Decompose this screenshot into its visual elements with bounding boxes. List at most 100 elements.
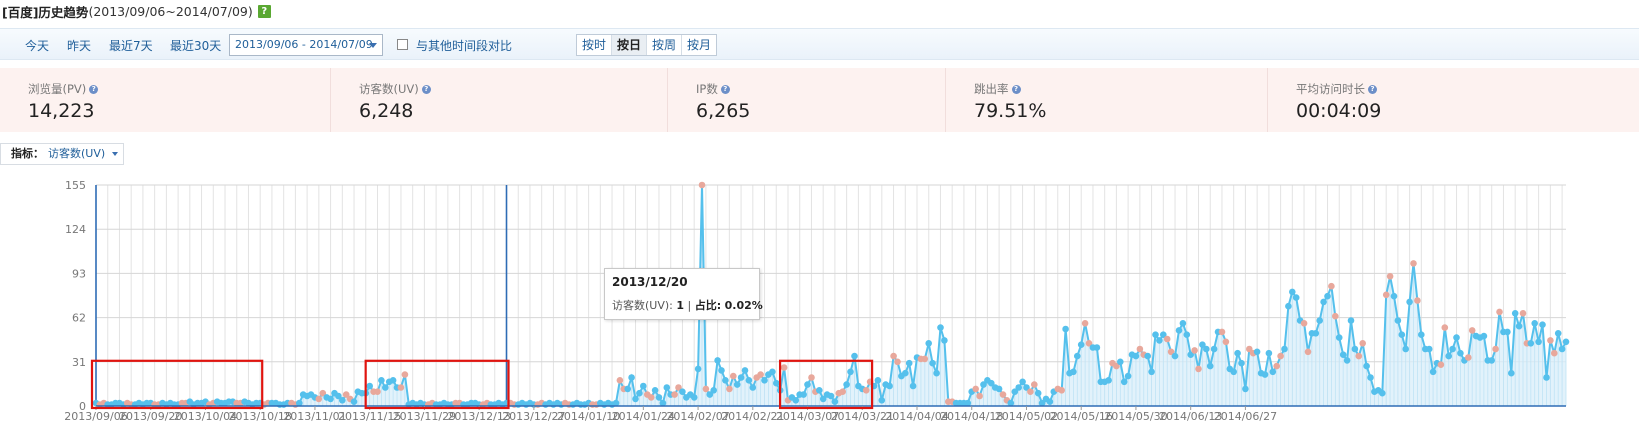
data-point (702, 385, 710, 393)
data-point (1074, 352, 1081, 360)
data-point (1414, 297, 1421, 304)
data-point (1468, 327, 1476, 334)
data-point (1379, 389, 1386, 397)
data-point (839, 388, 846, 395)
help-icon[interactable]: ? (257, 4, 271, 18)
question-icon[interactable]: ? (1368, 84, 1377, 94)
data-point (843, 381, 850, 388)
stat-uv-label: 访客数(UV) (359, 82, 419, 96)
data-point (1547, 337, 1554, 344)
data-point (1335, 334, 1343, 341)
stat-pv: 浏览量(PV)? 14,223 (0, 68, 331, 132)
data-point (710, 387, 717, 394)
data-point (616, 377, 624, 384)
quick-last30-link[interactable]: 最近30天 (170, 37, 221, 54)
quick-last7-link[interactable]: 最近7天 (109, 37, 153, 54)
data-point (1046, 398, 1054, 405)
data-point (1363, 362, 1370, 370)
granularity-month-button[interactable]: 按月 (682, 35, 716, 55)
data-point (730, 372, 737, 380)
data-point (1070, 368, 1077, 376)
stat-uv: 访客数(UV)? 6,248 (331, 68, 668, 132)
trend-chart[interactable]: 03162931241552013/09/062013/09/202013/10… (0, 172, 1639, 443)
data-point (1238, 359, 1245, 367)
data-point (1449, 345, 1456, 353)
stat-pv-label: 浏览量(PV) (28, 82, 87, 96)
data-point (1465, 354, 1472, 361)
data-point (1152, 331, 1159, 338)
summary-stats: 浏览量(PV)? 14,223 访客数(UV)? 6,248 IP数? 6,26… (0, 68, 1639, 132)
data-point (679, 388, 686, 395)
data-point (1445, 352, 1452, 360)
question-icon[interactable]: ? (1011, 84, 1021, 94)
quick-yesterday-link[interactable]: 昨天 (67, 37, 91, 54)
data-point (773, 379, 780, 387)
data-point (1312, 330, 1320, 337)
data-point (933, 369, 940, 377)
question-icon[interactable]: ? (89, 84, 99, 94)
stat-ip-value: 6,265 (696, 100, 751, 122)
data-point (902, 369, 909, 377)
data-point (1031, 381, 1038, 388)
data-point (874, 377, 882, 384)
data-point (714, 357, 721, 364)
data-point (1289, 288, 1296, 296)
data-point (995, 385, 1003, 393)
data-point (655, 394, 663, 401)
data-point (976, 392, 983, 400)
area-fill (96, 185, 1566, 406)
data-point (929, 359, 936, 367)
data-point (647, 394, 655, 401)
data-point (1183, 331, 1191, 338)
data-point (315, 395, 323, 403)
y-tick-label: 93 (72, 267, 86, 280)
stat-duration-value: 00:04:09 (1296, 100, 1382, 122)
data-point (1175, 327, 1183, 334)
data-point (921, 355, 929, 363)
data-point (1504, 328, 1511, 336)
date-range-picker[interactable]: 2013/09/06 - 2014/07/09 (229, 34, 383, 56)
data-point (1382, 291, 1390, 299)
stat-bounce-value: 79.51% (974, 100, 1047, 122)
data-point (1355, 352, 1363, 360)
granularity-week-button[interactable]: 按周 (647, 35, 683, 55)
data-point (378, 377, 385, 384)
stat-pv-value: 14,223 (28, 100, 95, 122)
data-point (1156, 337, 1163, 344)
data-point (1535, 338, 1542, 346)
tooltip-share: 0.02% (724, 299, 763, 312)
data-point (1163, 335, 1171, 343)
data-point (999, 391, 1007, 398)
data-point (909, 382, 917, 390)
date-toolbar: 今天 昨天 最近7天 最近30天 2013/09/06 - 2014/07/09… (0, 28, 1639, 60)
data-point (1269, 368, 1277, 376)
question-icon[interactable]: ? (720, 84, 730, 94)
granularity-day-button[interactable]: 按日 (612, 35, 648, 55)
question-icon[interactable]: ? (421, 84, 431, 94)
quick-today-link[interactable]: 今天 (25, 37, 49, 54)
data-point (792, 397, 800, 404)
data-point (941, 337, 948, 344)
data-point (851, 352, 858, 360)
data-point (1328, 282, 1335, 290)
compare-label[interactable]: 与其他时间段对比 (416, 37, 512, 54)
data-point (1429, 368, 1437, 376)
granularity-hour-button[interactable]: 按时 (577, 35, 613, 55)
data-point (1508, 369, 1515, 377)
data-point (636, 389, 643, 397)
data-point (1320, 298, 1327, 306)
data-point (1132, 352, 1140, 360)
data-point (1457, 349, 1464, 357)
data-point (1558, 345, 1566, 353)
data-point (1351, 345, 1359, 353)
compare-checkbox[interactable] (397, 39, 408, 50)
stat-ip: IP数? 6,265 (668, 68, 946, 132)
data-point (1195, 365, 1202, 373)
metric-label: 指标： (11, 147, 44, 160)
data-point (937, 324, 944, 331)
data-point (1120, 378, 1128, 386)
chevron-down-icon (369, 43, 377, 48)
data-point (1343, 357, 1351, 364)
data-point (1390, 292, 1398, 300)
metric-selector[interactable]: 指标： 访客数(UV) (0, 143, 124, 165)
